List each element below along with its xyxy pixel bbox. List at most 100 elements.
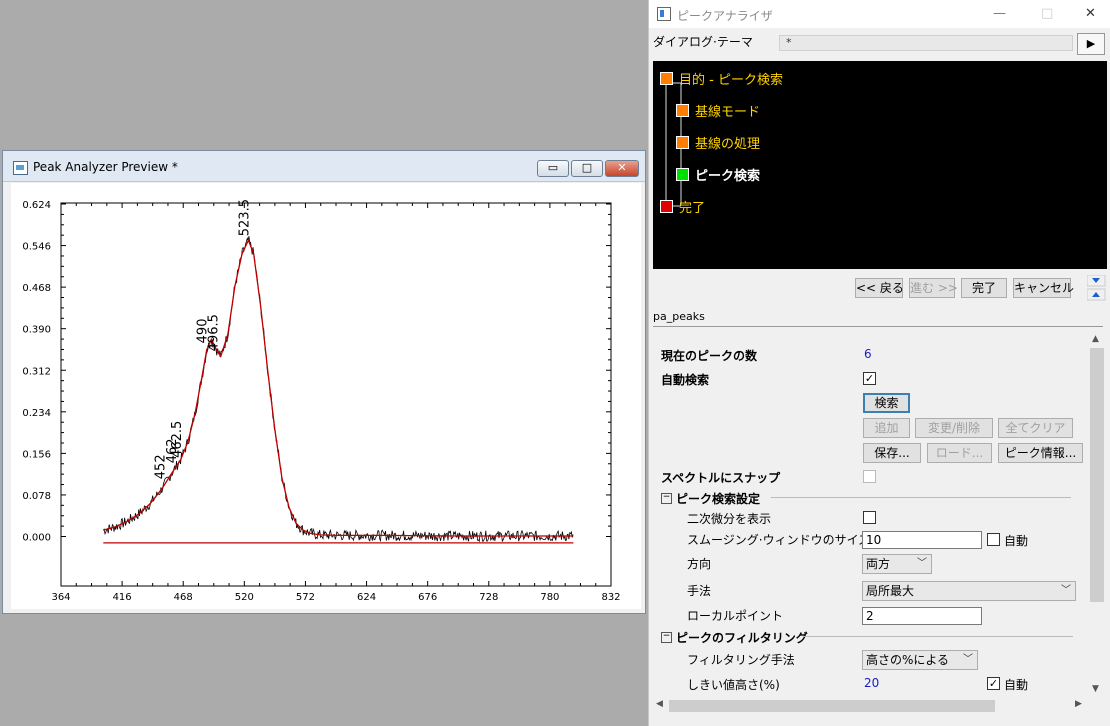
section-divider xyxy=(771,497,1071,498)
scroll-right-icon[interactable]: ▶ xyxy=(1075,699,1082,709)
step-indicator xyxy=(676,136,689,149)
wizard-step-find-peaks[interactable]: ピーク検索 xyxy=(676,165,760,184)
analyzer-title: ピークアナライザ xyxy=(677,9,773,23)
plot-area[interactable]: 364 416 468 520 572 624 676 728 780 832 0.624 0.546… xyxy=(11,183,641,609)
preview-titlebar[interactable]: Peak Analyzer Preview * ▭ □ ✕ xyxy=(3,151,645,182)
minimize-icon[interactable]: — xyxy=(993,6,1006,21)
wizard-step-goal[interactable]: 目的 - ピーク検索 xyxy=(660,69,783,88)
analyzer-titlebar[interactable]: ピークアナライザ — □ ✕ xyxy=(649,0,1110,28)
peak-label: 462.5 xyxy=(170,421,185,458)
snap-row: スペクトルにスナップ xyxy=(653,469,1089,489)
y-tick-label: 0.156 xyxy=(22,449,51,460)
wizard-step-finish[interactable]: 完了 xyxy=(660,197,705,216)
peak-label: 523.5 xyxy=(237,199,252,236)
x-tick-label: 520 xyxy=(235,592,254,603)
x-tick-label: 416 xyxy=(113,592,132,603)
y-tick-label: 0.468 xyxy=(22,283,51,294)
second-deriv-checkbox[interactable] xyxy=(863,511,876,524)
x-tick-label: 364 xyxy=(51,592,70,603)
wizard-step-label: 基線の処理 xyxy=(695,137,761,152)
smoothing-input[interactable]: 10 xyxy=(862,531,982,549)
section-title: ピーク検索設定 xyxy=(676,492,761,506)
plot-frame xyxy=(60,202,612,587)
threshold-auto-checkbox[interactable]: ✓ xyxy=(987,677,1000,690)
find-button[interactable]: 検索 xyxy=(863,393,910,413)
section-title: ピークのフィルタリング xyxy=(676,631,808,645)
step-indicator xyxy=(660,200,673,213)
y-tick-label: 0.078 xyxy=(22,491,51,502)
load-button: ロード... xyxy=(927,443,992,463)
direction-row: 方向 両方 ﹀ xyxy=(653,554,1089,575)
local-points-input[interactable]: 2 xyxy=(862,607,982,625)
finish-button[interactable]: 完了 xyxy=(961,278,1007,298)
smoothing-auto-label: 自動 xyxy=(1004,534,1029,548)
settings-panel: 現在のピークの数 6 自動検索 ✓ 検索 追加 変更/削除 全てクリア 保存..… xyxy=(653,330,1089,720)
vertical-scrollbar[interactable]: ▲ ▼ xyxy=(1089,332,1105,716)
auto-find-label: 自動検索 xyxy=(661,373,710,387)
close-button[interactable]: ✕ xyxy=(605,160,639,177)
dialog-theme-field[interactable]: * xyxy=(779,35,1073,51)
peak-count-label: 現在のピークの数 xyxy=(661,349,758,363)
find-settings-section[interactable]: − ピーク検索設定 xyxy=(661,490,1081,507)
chevron-down-icon: ﹀ xyxy=(963,654,973,665)
preview-window: Peak Analyzer Preview * ▭ □ ✕ 364 416 468 5… xyxy=(2,150,646,614)
filtering-section[interactable]: − ピークのフィルタリング xyxy=(661,629,1081,646)
collapse-icon[interactable]: − xyxy=(661,632,672,643)
snap-label: スペクトルにスナップ xyxy=(661,471,781,485)
local-points-label: ローカルポイント xyxy=(687,609,784,623)
theme-menu-button[interactable]: ▶ xyxy=(1077,33,1105,55)
threshold-row: しきい値高さ(%) 20 ✓ 自動 xyxy=(653,676,1089,696)
wizard-map: 目的 - ピーク検索 基線モード 基線の処理 ピーク検索 完了 xyxy=(653,61,1107,269)
chevron-down-icon: ﹀ xyxy=(917,558,927,569)
close-icon[interactable]: ✕ xyxy=(1085,6,1096,21)
scroll-up-icon[interactable]: ▲ xyxy=(1092,334,1099,344)
maximize-button[interactable]: □ xyxy=(571,160,603,177)
step-indicator xyxy=(676,168,689,181)
wizard-step-label: 目的 - ピーク検索 xyxy=(679,73,783,88)
save-button[interactable]: 保存... xyxy=(863,443,921,463)
direction-select[interactable]: 両方 ﹀ xyxy=(862,554,932,574)
collapse-arrows-icon[interactable] xyxy=(1087,275,1107,303)
peak-label: 496.5 xyxy=(206,314,221,351)
y-tick-label: 0.624 xyxy=(22,200,51,211)
peak-chart[interactable]: 364 416 468 520 572 624 676 728 780 832 0.624 0.546… xyxy=(11,183,641,609)
snap-checkbox xyxy=(863,470,876,483)
auto-find-checkbox[interactable]: ✓ xyxy=(863,372,876,385)
cancel-button[interactable]: キャンセル xyxy=(1013,278,1074,298)
scroll-thumb[interactable] xyxy=(669,700,995,712)
minimize-button[interactable]: ▭ xyxy=(537,160,569,177)
back-button[interactable]: << 戻る xyxy=(855,278,904,298)
filter-method-select[interactable]: 高さの%による ﹀ xyxy=(862,650,978,670)
y-tick-label: 0.390 xyxy=(22,325,51,336)
direction-label: 方向 xyxy=(687,557,712,571)
peak-count-value: 6 xyxy=(864,347,872,361)
scroll-down-icon[interactable]: ▼ xyxy=(1092,684,1099,694)
smoothing-row: スムージング·ウィンドウのサイズ 10 自動 xyxy=(653,531,1089,551)
peak-info-button[interactable]: ピーク情報... xyxy=(998,443,1083,463)
section-divider xyxy=(803,636,1073,637)
step-indicator xyxy=(676,104,689,117)
collapse-icon[interactable]: − xyxy=(661,493,672,504)
horizontal-scrollbar[interactable]: ◀ ▶ xyxy=(653,698,1089,714)
wizard-step-baseline-mode[interactable]: 基線モード xyxy=(676,101,760,120)
method-select[interactable]: 局所最大 ﹀ xyxy=(862,581,1076,601)
smoothing-label: スムージング·ウィンドウのサイズ xyxy=(687,533,871,547)
modify-delete-button: 変更/削除 xyxy=(915,418,993,438)
method-label: 手法 xyxy=(687,584,712,598)
second-deriv-label: 二次微分を表示 xyxy=(687,512,772,526)
preview-title: Peak Analyzer Preview * xyxy=(33,160,178,174)
filter-method-row: フィルタリング手法 高さの%による ﹀ xyxy=(653,650,1089,671)
filter-method-label: フィルタリング手法 xyxy=(687,653,795,667)
auto-find-row: 自動検索 ✓ xyxy=(653,371,1089,391)
x-tick-label: 676 xyxy=(418,592,437,603)
scroll-thumb[interactable] xyxy=(1090,348,1104,602)
panel-name: pa_peaks xyxy=(653,310,1103,327)
threshold-label: しきい値高さ(%) xyxy=(687,678,780,692)
scroll-left-icon[interactable]: ◀ xyxy=(656,699,663,709)
graph-window-icon xyxy=(13,161,28,175)
smoothing-auto-checkbox[interactable] xyxy=(987,533,1000,546)
wizard-step-baseline-treatment[interactable]: 基線の処理 xyxy=(676,133,760,152)
chevron-down-icon: ﹀ xyxy=(1061,585,1071,596)
wizard-step-label: ピーク検索 xyxy=(695,169,761,184)
y-tick-label: 0.000 xyxy=(22,533,51,544)
